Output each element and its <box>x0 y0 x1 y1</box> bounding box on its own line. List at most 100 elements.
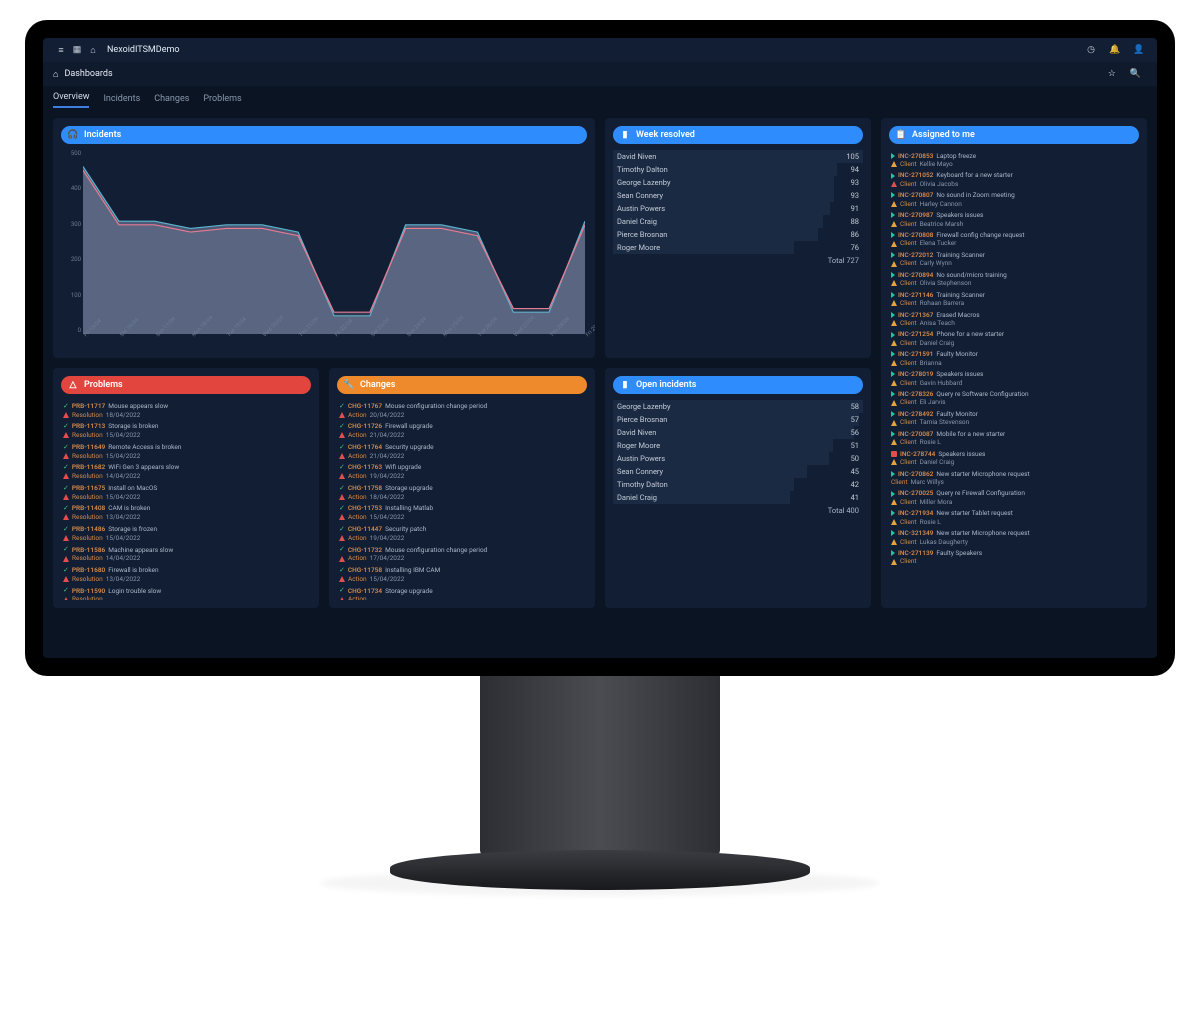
star-icon[interactable]: ☆ <box>1108 69 1116 79</box>
breadcrumb-home-icon[interactable]: ⌂ <box>53 69 58 80</box>
list-item[interactable]: INC-270807 No sound in Zoom meetingClien… <box>889 190 1139 210</box>
warning-icon <box>339 514 345 520</box>
table-row[interactable]: Austin Powers50 <box>613 452 863 465</box>
table-row[interactable]: George Lazenby93 <box>613 176 863 189</box>
bell-icon[interactable]: 🔔 <box>1107 42 1123 58</box>
list-item[interactable]: ✓CHG-11764 Security upgradeAction 21/04/… <box>337 441 587 462</box>
list-item[interactable]: ✓PRB-11717 Mouse appears slowResolution … <box>61 400 311 421</box>
list-item[interactable]: ✓CHG-11767 Mouse configuration change pe… <box>337 400 587 421</box>
warning-icon <box>339 556 345 562</box>
list-item[interactable]: INC-278326 Query re Software Configurati… <box>889 389 1139 409</box>
table-row[interactable]: Roger Moore76 <box>613 241 863 254</box>
tab-overview[interactable]: Overview <box>53 92 89 108</box>
warning-icon <box>891 161 897 167</box>
list-item[interactable]: ✓PRB-11682 WiFi Gen 3 appears slowResolu… <box>61 462 311 483</box>
table-row[interactable]: Timothy Dalton94 <box>613 163 863 176</box>
list-item[interactable]: ✓CHG-11734 Storage upgradeAction <box>337 585 587 600</box>
list-item[interactable]: ✓PRB-11649 Remote Access is brokenResolu… <box>61 441 311 462</box>
list-item[interactable]: INC-270087 Mobile for a new starterClien… <box>889 428 1139 448</box>
list-item[interactable]: ✓PRB-11675 Install on MacOSResolution 15… <box>61 482 311 503</box>
list-item[interactable]: INC-270808 Firewall config change reques… <box>889 230 1139 250</box>
table-row[interactable]: Sean Connery93 <box>613 189 863 202</box>
list-item[interactable]: INC-271367 Erased MacrosClient Anisa Tea… <box>889 309 1139 329</box>
tab-changes[interactable]: Changes <box>154 94 189 108</box>
check-icon: ✓ <box>339 422 345 431</box>
table-row[interactable]: David Niven56 <box>613 426 863 439</box>
list-item[interactable]: ✓PRB-11408 CAM is brokenResolution 13/04… <box>61 503 311 524</box>
list-item[interactable]: ✓CHG-11447 Security patchAction 19/04/20… <box>337 523 587 544</box>
top-toolbar: ≡ ▦ ⌂ NexoidITSMDemo ◷ 🔔 👤 <box>43 38 1157 62</box>
play-icon <box>891 332 895 338</box>
list-item[interactable]: INC-321349 New starter Microphone reques… <box>889 528 1139 548</box>
table-row[interactable]: Austin Powers91 <box>613 202 863 215</box>
warning-icon <box>891 340 897 346</box>
table-row[interactable]: Pierce Brosnan57 <box>613 413 863 426</box>
check-icon: ✓ <box>63 525 69 534</box>
list-item[interactable]: INC-270853 Laptop freezeClient Kellie Ma… <box>889 150 1139 170</box>
assigned-list: INC-270853 Laptop freezeClient Kellie Ma… <box>889 150 1139 600</box>
table-row[interactable]: George Lazenby58 <box>613 400 863 413</box>
table-row[interactable]: David Niven105 <box>613 150 863 163</box>
list-item[interactable]: INC-272012 Training ScannerClient Carly … <box>889 249 1139 269</box>
list-item[interactable]: INC-271934 New starter Tablet requestCli… <box>889 508 1139 528</box>
warning-icon <box>339 473 345 479</box>
list-item[interactable]: INC-278744 Speakers issuesClient Daniel … <box>889 448 1139 468</box>
list-item[interactable]: INC-271146 Training ScannerClient Rohaan… <box>889 289 1139 309</box>
list-item[interactable]: ✓CHG-11758 Installing IBM CAMAction 15/0… <box>337 564 587 585</box>
list-item[interactable]: INC-271254 Phone for a new starterClient… <box>889 329 1139 349</box>
list-item[interactable]: ✓PRB-11586 Machine appears slowResolutio… <box>61 544 311 565</box>
tab-problems[interactable]: Problems <box>203 94 241 108</box>
warning-icon <box>891 400 897 406</box>
list-item[interactable]: ✓CHG-11758 Storage upgradeAction 18/04/2… <box>337 482 587 503</box>
table-row[interactable]: Pierce Brosnan86 <box>613 228 863 241</box>
grid-icon[interactable]: ▦ <box>69 42 85 58</box>
warning-icon <box>891 420 897 426</box>
list-item[interactable]: ✓CHG-11732 Mouse configuration change pe… <box>337 544 587 565</box>
list-item[interactable]: INC-270025 Query re Firewall Configurati… <box>889 488 1139 508</box>
list-item[interactable]: INC-271591 Faulty MonitorClient Brianna <box>889 349 1139 369</box>
list-item[interactable]: INC-278019 Speakers issuesClient Gavin H… <box>889 369 1139 389</box>
warning-icon <box>63 412 69 418</box>
home-icon[interactable]: ⌂ <box>85 42 101 58</box>
list-item[interactable]: ✓PRB-11680 Firewall is brokenResolution … <box>61 564 311 585</box>
list-item[interactable]: ✓PRB-11590 Login trouble slowResolution <box>61 585 311 600</box>
panel-incidents-header: 🎧 Incidents <box>61 126 587 144</box>
check-icon: ✓ <box>63 566 69 575</box>
check-icon: ✓ <box>339 402 345 411</box>
table-row[interactable]: Roger Moore51 <box>613 439 863 452</box>
app-screen: ≡ ▦ ⌂ NexoidITSMDemo ◷ 🔔 👤 ⌂ Dashboards … <box>43 38 1157 658</box>
history-icon[interactable]: ◷ <box>1083 42 1099 58</box>
list-item[interactable]: INC-278492 Faulty MonitorClient Tamia St… <box>889 408 1139 428</box>
play-icon <box>891 530 895 536</box>
list-item[interactable]: INC-270894 No sound/micro trainingClient… <box>889 269 1139 289</box>
breadcrumb-bar: ⌂ Dashboards ☆ 🔍 <box>43 62 1157 86</box>
play-icon <box>891 371 895 377</box>
tab-incidents[interactable]: Incidents <box>103 94 140 108</box>
list-item[interactable]: ✓CHG-11763 Wifi upgradeAction 19/04/2022 <box>337 462 587 483</box>
table-row[interactable]: Timothy Dalton42 <box>613 478 863 491</box>
list-item[interactable]: ✓CHG-11753 Installing MatlabAction 15/04… <box>337 503 587 524</box>
user-icon[interactable]: 👤 <box>1131 42 1147 58</box>
table-row[interactable]: Sean Connery45 <box>613 465 863 478</box>
list-item[interactable]: INC-271052 Keyboard for a new starterCli… <box>889 170 1139 190</box>
list-item[interactable]: INC-270987 Speakers issuesClient Beatric… <box>889 210 1139 230</box>
table-row[interactable]: Daniel Craig41 <box>613 491 863 504</box>
panel-week-header: ▮ Week resolved <box>613 126 863 144</box>
app-title: NexoidITSMDemo <box>107 45 180 55</box>
list-item[interactable]: ✓CHG-11726 Firewall upgradeAction 21/04/… <box>337 421 587 442</box>
clipboard-icon: 📋 <box>895 129 907 141</box>
list-item[interactable]: ✓PRB-11486 Storage is frozenResolution 1… <box>61 523 311 544</box>
check-icon: ✓ <box>339 566 345 575</box>
warning-icon <box>891 221 897 227</box>
check-icon: ✓ <box>63 545 69 554</box>
warning-icon <box>339 453 345 459</box>
search-icon[interactable]: 🔍 <box>1130 69 1141 79</box>
warning-icon <box>63 514 69 520</box>
list-item[interactable]: ✓PRB-11713 Storage is brokenResolution 1… <box>61 421 311 442</box>
list-item[interactable]: INC-270862 New starter Microphone reques… <box>889 468 1139 488</box>
list-item[interactable]: INC-271139 Faulty SpeakersClient <box>889 548 1139 568</box>
warning-icon <box>339 432 345 438</box>
table-row[interactable]: Daniel Craig88 <box>613 215 863 228</box>
menu-icon[interactable]: ≡ <box>53 42 69 58</box>
play-icon <box>891 272 895 278</box>
